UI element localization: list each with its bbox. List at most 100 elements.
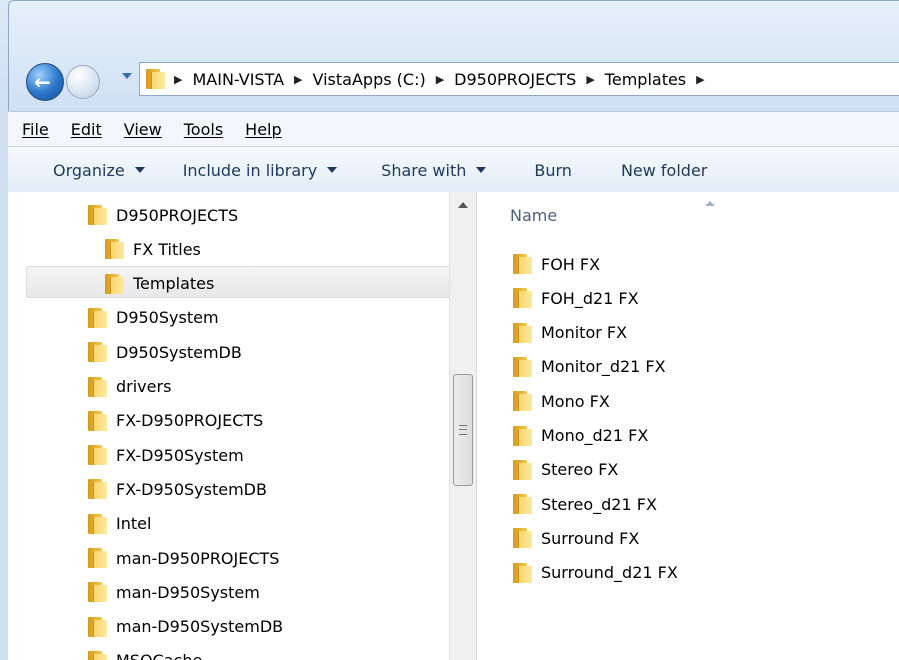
- folder-icon: [88, 616, 107, 637]
- back-button[interactable]: ←: [26, 63, 64, 101]
- tree-item[interactable]: man-D950System: [88, 577, 260, 607]
- list-item[interactable]: Stereo FX: [513, 455, 618, 485]
- list-item[interactable]: Mono FX: [513, 386, 610, 416]
- name-column-header[interactable]: Name: [510, 206, 557, 225]
- folder-icon: [88, 410, 107, 431]
- tree-item-label: FX Titles: [133, 239, 201, 259]
- tree-item[interactable]: MSOCache: [88, 646, 202, 660]
- folder-icon: [88, 650, 107, 660]
- file-name: FOH_d21 FX: [541, 288, 639, 308]
- folder-icon: [513, 494, 532, 515]
- tree-item-label: D950SystemDB: [116, 342, 242, 362]
- tree-item[interactable]: Intel: [88, 509, 151, 539]
- chevron-right-icon[interactable]: ▶: [436, 73, 444, 86]
- organize-button[interactable]: Organize: [53, 161, 145, 180]
- organize-label: Organize: [53, 160, 125, 180]
- scrollbar-thumb[interactable]: [453, 374, 473, 486]
- chevron-right-icon[interactable]: ▶: [174, 73, 182, 86]
- file-name: Mono FX: [541, 391, 610, 411]
- folder-icon: [88, 548, 107, 568]
- folder-icon: [105, 273, 124, 294]
- folder-icon: [88, 479, 107, 500]
- folder-icon: [88, 513, 107, 534]
- list-item[interactable]: Surround_d21 FX: [513, 558, 678, 588]
- folder-icon: [88, 445, 107, 466]
- chevron-right-icon[interactable]: ▶: [696, 73, 704, 86]
- folder-icon: [513, 562, 532, 583]
- breadcrumb-templates[interactable]: Templates: [605, 70, 686, 89]
- file-name: Monitor_d21 FX: [541, 357, 666, 377]
- menu-bar: File Edit View Tools Help: [8, 111, 899, 147]
- include-in-library-label: Include in library: [182, 160, 318, 180]
- folder-icon: [88, 342, 107, 363]
- sort-ascending-icon: [705, 201, 715, 206]
- file-list: Name FOH FX FOH_d21 FX Monitor FX Monitor_d…: [477, 192, 899, 660]
- tree-item-label: D950PROJECTS: [116, 205, 239, 225]
- tree-item-label: Intel: [116, 514, 152, 534]
- tree-item-label: drivers: [116, 377, 172, 396]
- folder-icon: [513, 356, 532, 377]
- menu-file[interactable]: File: [22, 120, 49, 139]
- file-name: Surround FX: [541, 528, 640, 548]
- list-item[interactable]: Mono_d21 FX: [513, 421, 648, 451]
- tree-item[interactable]: FX-D950PROJECTS: [88, 406, 263, 436]
- menu-help[interactable]: Help: [245, 120, 281, 139]
- list-item[interactable]: Stereo_d21 FX: [513, 489, 657, 519]
- list-item[interactable]: FOH FX: [513, 249, 600, 279]
- tree-item[interactable]: man-D950SystemDB: [88, 612, 283, 642]
- breadcrumb-d950projects[interactable]: D950PROJECTS: [454, 70, 576, 89]
- folder-icon: [88, 307, 107, 328]
- tree-item[interactable]: drivers: [88, 372, 171, 402]
- selected-highlight: [26, 266, 449, 298]
- tree-item[interactable]: man-D950PROJECTS: [88, 543, 279, 573]
- tree-item[interactable]: FX-D950System: [88, 440, 244, 470]
- burn-button[interactable]: Burn: [534, 161, 572, 180]
- folder-icon: [105, 239, 124, 260]
- tree-item[interactable]: D950SystemDB: [88, 337, 242, 367]
- chevron-right-icon[interactable]: ▶: [586, 73, 594, 86]
- chevron-right-icon[interactable]: ▶: [294, 73, 302, 86]
- tree-item[interactable]: Templates: [105, 269, 214, 299]
- menu-tools[interactable]: Tools: [184, 120, 223, 139]
- dropdown-arrow-icon: [327, 167, 338, 173]
- new-folder-button[interactable]: New folder: [621, 161, 707, 180]
- tree-item-label: MSOCache: [116, 651, 202, 660]
- tree-item[interactable]: FX Titles: [105, 234, 201, 264]
- folder-icon: [513, 391, 532, 412]
- breadcrumb-vistaapps[interactable]: VistaApps (C:): [313, 70, 426, 89]
- menu-edit[interactable]: Edit: [71, 120, 102, 139]
- breadcrumb-main-vista[interactable]: MAIN-VISTA: [192, 70, 284, 89]
- tree-item[interactable]: D950System: [88, 303, 219, 333]
- navigation-scrollbar[interactable]: [449, 192, 477, 660]
- list-item[interactable]: FOH_d21 FX: [513, 283, 639, 313]
- dropdown-arrow-icon: [476, 167, 487, 173]
- scroll-up-icon[interactable]: [458, 202, 468, 208]
- include-in-library-button[interactable]: Include in library: [182, 160, 338, 180]
- command-bar: Organize Include in library Share with B…: [8, 146, 899, 194]
- breadcrumb: ▶ MAIN-VISTA ▶ VistaApps (C:) ▶ D950PROJ…: [164, 70, 715, 89]
- tree-item-label: man-D950PROJECTS: [116, 548, 280, 568]
- menu-view[interactable]: View: [124, 120, 162, 139]
- tree-item-label: Templates: [133, 274, 215, 294]
- list-item[interactable]: Monitor_d21 FX: [513, 352, 666, 382]
- address-bar[interactable]: ▶ MAIN-VISTA ▶ VistaApps (C:) ▶ D950PROJ…: [139, 62, 899, 96]
- tree-item[interactable]: FX-D950SystemDB: [88, 474, 267, 504]
- recent-pages-dropdown-icon[interactable]: [122, 73, 132, 79]
- list-item[interactable]: Monitor FX: [513, 318, 627, 348]
- folder-icon: [513, 425, 532, 446]
- folder-icon: [146, 69, 165, 89]
- list-item[interactable]: Surround FX: [513, 523, 639, 553]
- tree-item-label: man-D950System: [116, 582, 260, 602]
- file-name: Monitor FX: [541, 323, 628, 343]
- folder-icon: [513, 528, 532, 549]
- share-with-button[interactable]: Share with: [381, 160, 487, 180]
- forward-button[interactable]: [66, 65, 100, 99]
- file-name: FOH FX: [541, 254, 601, 274]
- file-name: Surround_d21 FX: [541, 563, 678, 583]
- share-with-label: Share with: [381, 160, 467, 180]
- tree-item[interactable]: D950PROJECTS: [88, 200, 238, 230]
- back-arrow-icon: ←: [34, 70, 51, 94]
- folder-icon: [513, 322, 532, 343]
- tree-item-label: FX-D950System: [116, 445, 244, 465]
- tree-item-label: D950System: [116, 308, 219, 328]
